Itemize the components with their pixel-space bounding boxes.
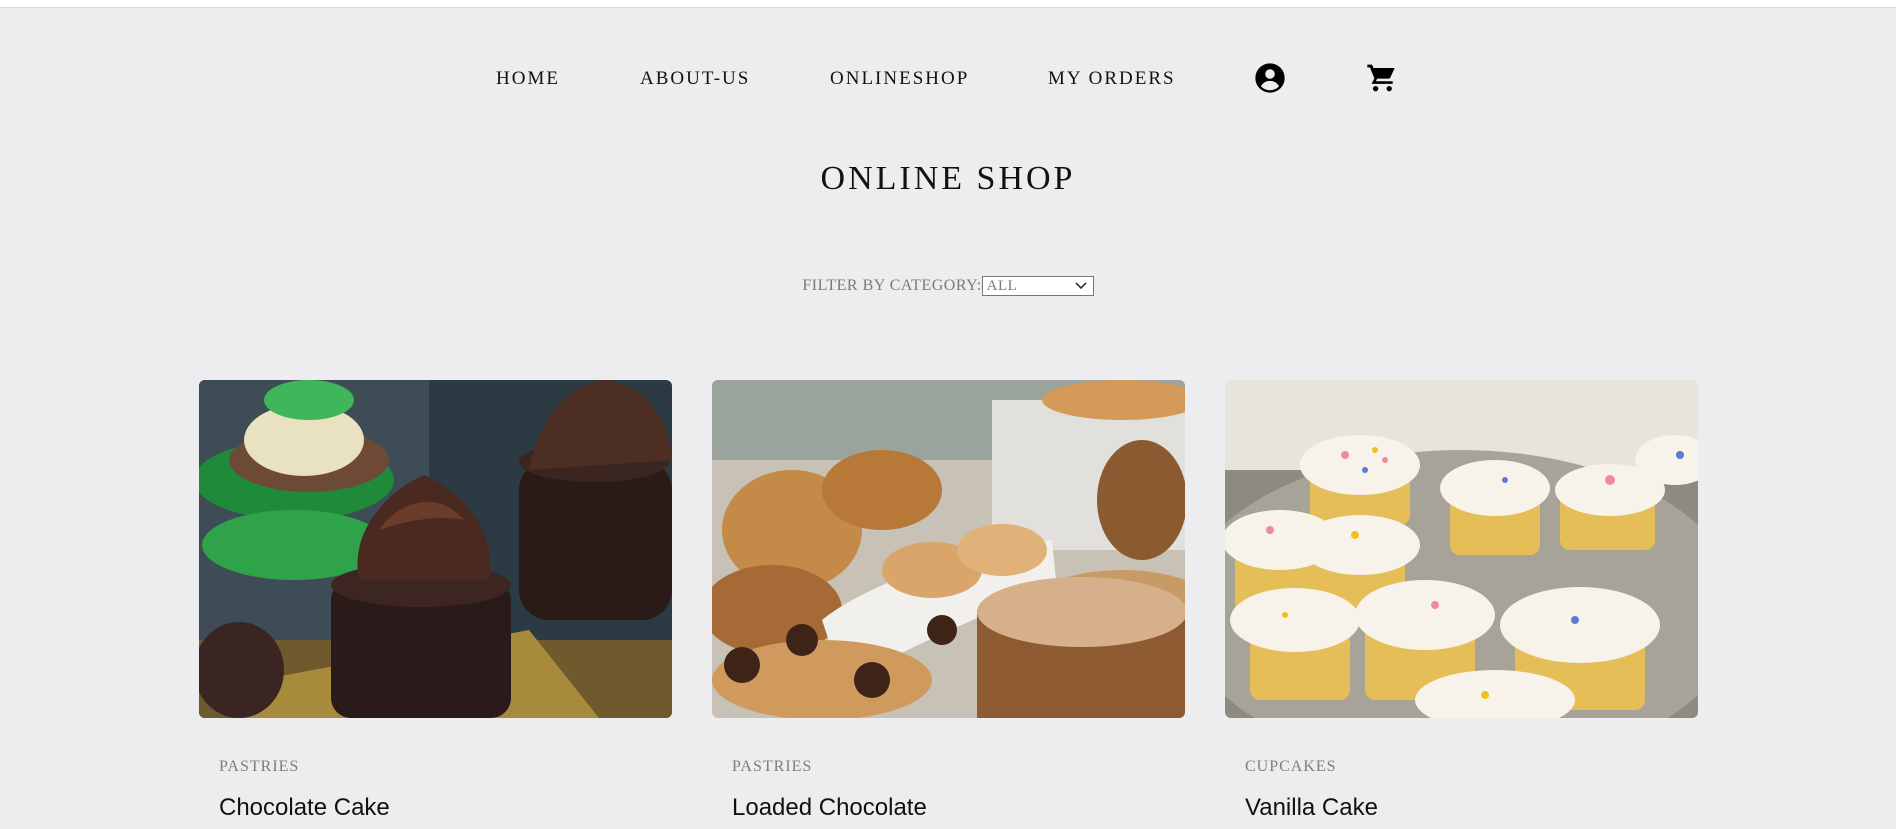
category-select[interactable]: ALL (981, 276, 1094, 296)
product-category: PASTRIES (219, 758, 300, 775)
nav-my-orders-link[interactable]: MY ORDERS (1048, 68, 1176, 90)
product-card[interactable]: CUPCAKES Vanilla Cake (1225, 380, 1698, 821)
product-name[interactable]: Loaded Chocolate (732, 794, 927, 822)
account-circle-icon[interactable] (1254, 62, 1286, 94)
product-name[interactable]: Chocolate Cake (219, 794, 390, 822)
category-filter: FILTER BY CATEGORY: ALL (0, 276, 1896, 296)
product-image-chocolate-cake[interactable] (199, 380, 672, 718)
page-title: ONLINE SHOP (820, 160, 1076, 197)
shopping-cart-icon[interactable] (1366, 62, 1398, 94)
nav-onlineshop-link[interactable]: ONLINESHOP (830, 68, 969, 90)
product-image-vanilla-cake[interactable] (1225, 380, 1698, 718)
product-name[interactable]: Vanilla Cake (1245, 794, 1378, 822)
nav-home-link[interactable]: HOME (496, 68, 560, 90)
product-image-loaded-chocolate[interactable] (712, 380, 1185, 718)
product-category: CUPCAKES (1245, 758, 1337, 775)
top-border (0, 0, 1896, 8)
main-navigation: HOME ABOUT-US ONLINESHOP MY ORDERS (0, 58, 1896, 98)
chevron-down-icon (1075, 282, 1087, 290)
category-select-value: ALL (986, 278, 1018, 294)
filter-label: FILTER BY CATEGORY: (802, 277, 982, 294)
nav-about-link[interactable]: ABOUT-US (640, 68, 750, 90)
product-card[interactable]: PASTRIES Loaded Chocolate (712, 380, 1185, 821)
product-card[interactable]: PASTRIES Chocolate Cake (199, 380, 672, 821)
product-category: PASTRIES (732, 758, 813, 775)
